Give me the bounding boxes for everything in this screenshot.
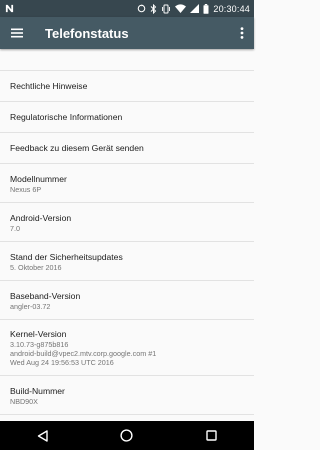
list-item-value: angler-03.72: [10, 301, 51, 311]
list-item-kernel-version[interactable]: Kernel-Version 3.10.73-g875b816 android-…: [0, 320, 254, 376]
status-bar: 20:30:44: [0, 0, 254, 17]
navigation-bar: [0, 421, 254, 450]
list-item-value: 3.10.73-g875b816: [10, 340, 69, 349]
list-item-value: android-build@vpec2.mtv.corp.google.com …: [10, 349, 157, 358]
list-item-value: 5. Oktober 2016: [10, 262, 62, 272]
hamburger-menu-icon[interactable]: [1, 17, 33, 49]
wifi-icon: [175, 4, 187, 13]
list-item-baseband-version[interactable]: Baseband-Version angler-03.72: [0, 281, 254, 320]
list-item-title: Android-Version: [10, 212, 72, 223]
vibrate-icon: [161, 4, 171, 14]
overflow-menu-icon[interactable]: [230, 17, 254, 49]
notification-n-icon: [5, 4, 14, 13]
home-circle-icon[interactable]: [107, 421, 147, 450]
signal-icon: [190, 4, 200, 13]
page-title: Telefonstatus: [45, 25, 129, 41]
status-time: 20:30:44: [213, 3, 250, 14]
list-item-hidden-top[interactable]: [0, 49, 254, 71]
list-item-android-version[interactable]: Android-Version 7.0: [0, 203, 254, 242]
list-item-value: Nexus 6P: [10, 184, 42, 194]
settings-list: Rechtliche Hinweise Regulatorische Infor…: [0, 49, 254, 415]
list-item-feedback[interactable]: Feedback zu diesem Gerät senden: [0, 133, 254, 164]
list-item-build-number[interactable]: Build-Nummer NBD90X: [0, 376, 254, 415]
settings-list-container[interactable]: Rechtliche Hinweise Regulatorische Infor…: [0, 49, 254, 421]
sync-icon: [137, 4, 146, 13]
back-triangle-icon[interactable]: [22, 421, 62, 450]
list-item-title: Stand der Sicherheitsupdates: [10, 251, 123, 262]
list-item-value: NBD90X: [10, 396, 38, 406]
list-item-legal[interactable]: Rechtliche Hinweise: [0, 71, 254, 102]
list-item-value: Wed Aug 24 19:56:53 UTC 2016: [10, 358, 114, 367]
recents-square-icon[interactable]: [192, 421, 232, 450]
list-item-title: Kernel-Version: [10, 329, 67, 339]
battery-icon: [203, 3, 209, 14]
list-item-model-number[interactable]: Modellnummer Nexus 6P: [0, 164, 254, 203]
list-item-title: Regulatorische Informationen: [10, 112, 123, 122]
list-item-regulatory[interactable]: Regulatorische Informationen: [0, 102, 254, 133]
bluetooth-icon: [150, 3, 157, 14]
list-item-title: Rechtliche Hinweise: [10, 81, 88, 91]
list-item-security-patch[interactable]: Stand der Sicherheitsupdates 5. Oktober …: [0, 242, 254, 281]
list-item-title: Build-Nummer: [10, 385, 65, 396]
list-item-title: Modellnummer: [10, 173, 67, 184]
list-item-value: 7.0: [10, 223, 20, 233]
list-item-title: Feedback zu diesem Gerät senden: [10, 143, 144, 153]
app-bar: Telefonstatus: [0, 17, 254, 49]
list-item-title: Baseband-Version: [10, 290, 81, 301]
